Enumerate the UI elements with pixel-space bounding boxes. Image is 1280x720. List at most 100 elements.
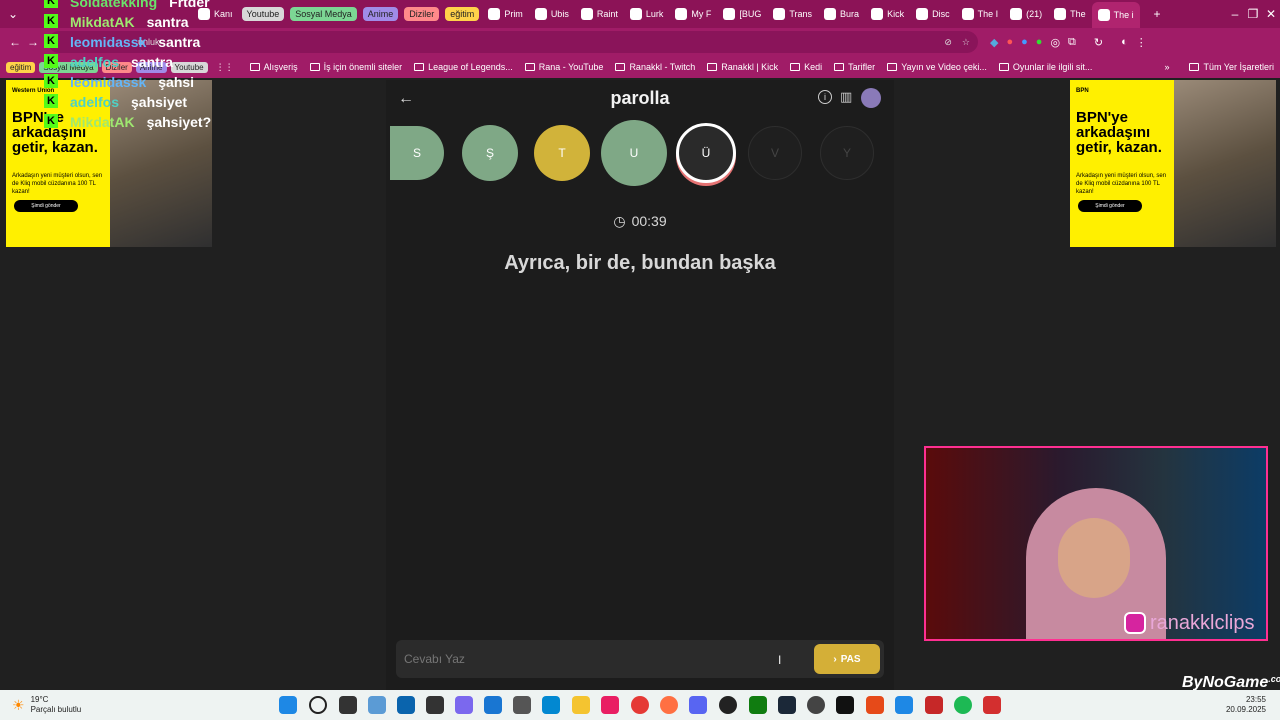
- star-icon[interactable]: ☆: [962, 37, 970, 48]
- info-icon[interactable]: i: [818, 90, 832, 104]
- new-tab-button[interactable]: +: [1148, 5, 1166, 23]
- ad-cta-button[interactable]: Şimdi gönder: [14, 200, 78, 212]
- all-bookmarks[interactable]: Tüm Yer İşaretleri: [1183, 62, 1280, 72]
- app-icon[interactable]: [925, 696, 943, 714]
- tab-group-label[interactable]: Youtube: [241, 7, 285, 21]
- browser-tab[interactable]: Disc: [910, 3, 956, 25]
- answer-input[interactable]: [404, 649, 774, 669]
- app-icon[interactable]: [807, 696, 825, 714]
- question-text: Ayrıca, bir de, bundan başka: [504, 252, 776, 274]
- browser-tab[interactable]: My F: [669, 3, 717, 25]
- app-icon[interactable]: [866, 696, 884, 714]
- bookmark-item[interactable]: Oyunlar ile ilgili sit...: [993, 62, 1099, 72]
- tab-label: Ubis: [550, 9, 569, 19]
- app-icon[interactable]: [895, 696, 913, 714]
- extension-icon[interactable]: ●: [1036, 36, 1043, 49]
- tab-group-label[interactable]: Diziler: [404, 7, 440, 21]
- xbox-icon[interactable]: [749, 696, 767, 714]
- app-icon[interactable]: [983, 696, 1001, 714]
- profile-avatar[interactable]: ◐: [1121, 36, 1128, 49]
- tab-label: Sosyal Medya: [295, 9, 352, 19]
- tab-label: Anime: [367, 9, 394, 19]
- task-view-icon[interactable]: [339, 696, 357, 714]
- chat-text: Frtder: [169, 0, 210, 10]
- tab-label: [BUG: [739, 9, 762, 19]
- bookmark-item[interactable]: Kedi: [784, 62, 828, 72]
- profile-avatar-icon[interactable]: [861, 88, 881, 108]
- app-icon[interactable]: [601, 696, 619, 714]
- more-bookmarks-icon[interactable]: »: [1164, 62, 1169, 72]
- eye-off-icon[interactable]: ⊘: [944, 37, 952, 48]
- extension-icon[interactable]: ●: [1006, 36, 1013, 49]
- discord-icon[interactable]: [689, 696, 707, 714]
- history-icon[interactable]: ↻: [1094, 36, 1103, 49]
- settings-icon[interactable]: [513, 696, 531, 714]
- folder-icon: [834, 63, 845, 71]
- browser-tab[interactable]: Bura: [818, 3, 865, 25]
- store-icon[interactable]: [484, 696, 502, 714]
- obs-icon[interactable]: [719, 696, 737, 714]
- widgets-icon[interactable]: [368, 696, 386, 714]
- browser-tab[interactable]: Trans: [767, 3, 818, 25]
- pass-button[interactable]: › PAS: [814, 644, 880, 674]
- browser-tab[interactable]: (21): [1004, 3, 1048, 25]
- bookmark-item[interactable]: Tarifler: [828, 62, 881, 72]
- bookmark-label: Rana - YouTube: [538, 62, 604, 72]
- windows-start-icon[interactable]: [279, 696, 297, 714]
- bookmark-item[interactable]: İş için önemli siteler: [304, 62, 409, 72]
- bookmark-item[interactable]: Alışveriş: [244, 62, 304, 72]
- spotify-icon[interactable]: [954, 696, 972, 714]
- maximize-button[interactable]: ❐: [1244, 5, 1262, 23]
- steam-icon[interactable]: [778, 696, 796, 714]
- tab-favicon-icon: [629, 8, 642, 20]
- browser-tab[interactable]: Prim: [482, 3, 529, 25]
- bookmark-label: Kedi: [804, 62, 823, 72]
- folder-icon: [1189, 63, 1200, 71]
- bookmark-item[interactable]: Yayın ve Video çeki...: [881, 62, 993, 72]
- browser-tab[interactable]: Lurk: [624, 3, 670, 25]
- bookmark-item[interactable]: Rana - YouTube: [519, 62, 610, 72]
- puzzle-icon[interactable]: ⧉: [1068, 36, 1076, 49]
- watermark-suffix: .com: [1268, 674, 1280, 684]
- tab-group-label[interactable]: Anime: [362, 7, 399, 21]
- browser-tab[interactable]: The i: [1091, 2, 1140, 28]
- bookmark-item[interactable]: League of Legends...: [408, 62, 519, 72]
- browser-tab[interactable]: The I: [956, 3, 1005, 25]
- right-ad-banner[interactable]: BPN BPN'ye arkadaşını getir, kazan. Arka…: [1070, 80, 1276, 247]
- search-icon[interactable]: [309, 696, 327, 714]
- photos-icon[interactable]: [542, 696, 560, 714]
- tab-favicon-icon: [723, 8, 736, 20]
- extension-icon[interactable]: ◎: [1050, 36, 1060, 49]
- bookmark-label: Oyunlar ile ilgili sit...: [1012, 62, 1093, 72]
- all-bookmarks-label: Tüm Yer İşaretleri: [1203, 62, 1274, 72]
- stats-icon[interactable]: ▥: [840, 89, 852, 105]
- browser-tab[interactable]: [BUG: [717, 3, 767, 25]
- menu-icon[interactable]: ⋮: [1136, 36, 1147, 49]
- app-icon[interactable]: [426, 696, 444, 714]
- extension-icon[interactable]: ●: [1021, 36, 1028, 49]
- browser-tab[interactable]: The: [1048, 3, 1092, 25]
- file-explorer-icon[interactable]: [572, 696, 590, 714]
- pass-label: PAS: [840, 653, 861, 665]
- tab-label: The: [1070, 9, 1086, 19]
- bookmark-item[interactable]: Ranakkl - Twitch: [609, 62, 701, 72]
- tab-group-label[interactable]: eğitim: [445, 7, 480, 21]
- browser-tab[interactable]: Raint: [575, 3, 624, 25]
- close-window-button[interactable]: ✕: [1262, 5, 1280, 23]
- extension-icon[interactable]: ◆: [990, 36, 998, 49]
- browser-tab[interactable]: Ubis: [529, 3, 575, 25]
- minimize-button[interactable]: –: [1226, 5, 1244, 23]
- tab-group-label[interactable]: Sosyal Medya: [290, 7, 357, 21]
- outlook-icon[interactable]: [397, 696, 415, 714]
- ad-body: Arkadaşın yeni müşteri olsun, sen de Kli…: [12, 173, 103, 195]
- browser-tab[interactable]: Kick: [865, 3, 910, 25]
- ad-cta-button[interactable]: Şimdi gönder: [1078, 200, 1142, 212]
- firefox-icon[interactable]: [660, 696, 678, 714]
- copilot-icon[interactable]: [455, 696, 473, 714]
- bookmark-label: Tarifler: [848, 62, 876, 72]
- kick-icon: K: [44, 74, 58, 88]
- chrome-icon[interactable]: [631, 696, 649, 714]
- weather-widget[interactable]: ☀ 19°C Parçalı bulutlu: [12, 695, 81, 715]
- bookmark-item[interactable]: Ranakkl | Kick: [701, 62, 784, 72]
- epic-games-icon[interactable]: [836, 696, 854, 714]
